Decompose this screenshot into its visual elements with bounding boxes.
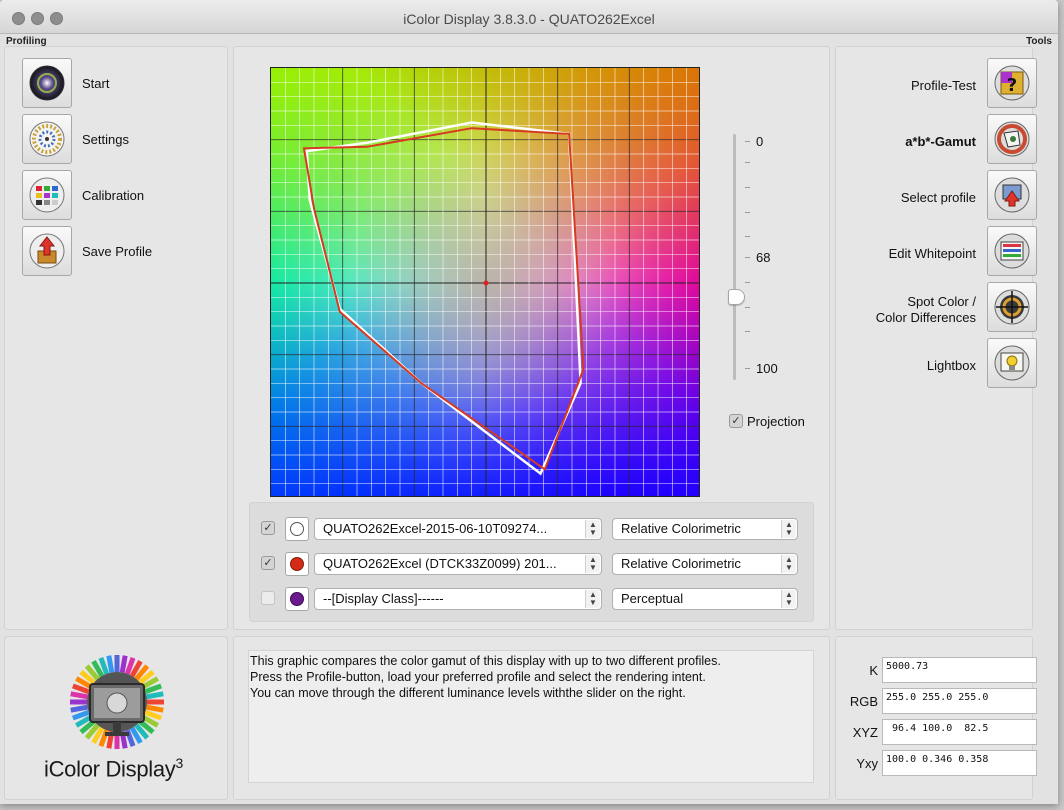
logo-ray bbox=[106, 655, 115, 673]
white-gamut-outline bbox=[305, 121, 582, 476]
logo-ray bbox=[146, 691, 164, 700]
spot-color-label: Spot Color / Color Differences bbox=[875, 294, 976, 325]
gamut-plot bbox=[271, 68, 699, 496]
spot-color-icon bbox=[994, 289, 1030, 325]
settings-button[interactable]: Settings bbox=[22, 114, 129, 164]
updown-arrow-icon: ▲ ▼ bbox=[781, 555, 796, 573]
gamut-icon bbox=[994, 121, 1030, 157]
rgb-label: RGB bbox=[849, 694, 878, 709]
profile-test-button[interactable]: ? bbox=[987, 58, 1037, 108]
calibration-label: Calibration bbox=[82, 187, 145, 203]
title-bar[interactable]: iColor Display 3.8.3.0 - QUATO262Excel bbox=[0, 0, 1058, 34]
xyz-value-field[interactable]: 96.4 100.0 82.5 bbox=[882, 719, 1037, 745]
save-profile-label: Save Profile bbox=[82, 243, 153, 259]
yxy-label: Yxy bbox=[856, 756, 878, 771]
rgb-value-field[interactable]: 255.0 255.0 255.0 bbox=[882, 688, 1037, 714]
k-label: K bbox=[869, 663, 878, 678]
gamut-chart[interactable] bbox=[270, 67, 700, 497]
profile-1-select[interactable]: QUATO262Excel-2015-06-10T09274... ▲ ▼ bbox=[314, 518, 602, 540]
profile-3-checkbox[interactable] bbox=[261, 591, 275, 605]
profile-test-label: Profile-Test bbox=[910, 78, 976, 93]
description-text: This graphic compares the color gamut of… bbox=[248, 650, 814, 783]
lightbox-icon bbox=[994, 345, 1030, 381]
profile-1-swatch[interactable] bbox=[285, 517, 309, 541]
updown-arrow-icon: ▲ ▼ bbox=[781, 590, 796, 608]
app-logo-text: iColor Display3 bbox=[44, 755, 184, 782]
gamut-center-point bbox=[483, 280, 489, 286]
select-profile-button[interactable] bbox=[987, 170, 1037, 220]
window-title: iColor Display 3.8.3.0 - QUATO262Excel bbox=[403, 11, 655, 27]
slider-label-top: 0 bbox=[756, 134, 764, 149]
edit-whitepoint-label: Edit Whitepoint bbox=[888, 246, 976, 261]
gamut-button[interactable] bbox=[987, 114, 1037, 164]
settings-label: Settings bbox=[82, 131, 129, 147]
yxy-value-field[interactable]: 100.0 0.346 0.358 bbox=[882, 750, 1037, 776]
calibration-icon bbox=[22, 170, 72, 220]
logo-ray bbox=[70, 704, 88, 713]
logo-ray bbox=[146, 704, 164, 713]
profile-2-swatch[interactable] bbox=[285, 552, 309, 576]
edit-whitepoint-icon bbox=[994, 233, 1030, 269]
logo-ray bbox=[119, 655, 128, 673]
red-gamut-outline bbox=[302, 127, 585, 471]
logo-ray bbox=[70, 691, 88, 700]
select-profile-icon bbox=[994, 177, 1030, 213]
spot-color-button[interactable] bbox=[987, 282, 1037, 332]
settings-icon bbox=[22, 114, 72, 164]
slider-label-mid: 68 bbox=[756, 250, 771, 265]
updown-arrow-icon: ▲ ▼ bbox=[585, 590, 600, 608]
lightbox-button[interactable] bbox=[987, 338, 1037, 388]
icolor-display-logo-icon bbox=[70, 655, 164, 749]
profile-2-select[interactable]: QUATO262Excel (DTCK33Z0099) 201... ▲ ▼ bbox=[314, 553, 602, 575]
luminance-slider-track[interactable] bbox=[733, 134, 736, 380]
gamut-label: a*b*-Gamut bbox=[905, 134, 976, 149]
updown-arrow-icon: ▲ ▼ bbox=[781, 520, 796, 538]
slider-label-bottom: 100 bbox=[756, 361, 778, 376]
updown-arrow-icon: ▲ ▼ bbox=[585, 520, 600, 538]
white-circle-icon bbox=[290, 522, 304, 536]
red-circle-icon bbox=[290, 557, 304, 571]
select-profile-label: Select profile bbox=[900, 190, 976, 205]
save-profile-button[interactable]: Save Profile bbox=[22, 226, 152, 276]
projection-label: Projection bbox=[747, 414, 805, 429]
lightbox-label: Lightbox bbox=[926, 358, 976, 373]
profile-3-swatch[interactable] bbox=[285, 587, 309, 611]
svg-text:?: ? bbox=[1007, 75, 1017, 96]
profile-3-select[interactable]: --[Display Class]------ ▲ ▼ bbox=[314, 588, 602, 610]
luminance-slider-thumb[interactable] bbox=[728, 289, 745, 305]
profile-3-intent-select[interactable]: Perceptual ▲ ▼ bbox=[612, 588, 798, 610]
save-profile-icon bbox=[22, 226, 72, 276]
start-label: Start bbox=[82, 75, 110, 91]
purple-circle-icon bbox=[290, 592, 304, 606]
start-icon bbox=[22, 58, 72, 108]
app-window: iColor Display 3.8.3.0 - QUATO262Excel P… bbox=[0, 0, 1058, 804]
profile-2-intent-select[interactable]: Relative Colorimetric ▲ ▼ bbox=[612, 553, 798, 575]
profile-test-icon: ? bbox=[994, 65, 1030, 101]
xyz-label: XYZ bbox=[852, 725, 878, 740]
updown-arrow-icon: ▲ ▼ bbox=[585, 555, 600, 573]
calibration-button[interactable]: Calibration bbox=[22, 170, 144, 220]
profile-1-checkbox[interactable]: ✓ bbox=[261, 521, 275, 535]
edit-whitepoint-button[interactable] bbox=[987, 226, 1037, 276]
profile-1-intent-select[interactable]: Relative Colorimetric ▲ ▼ bbox=[612, 518, 798, 540]
start-button[interactable]: Start bbox=[22, 58, 109, 108]
projection-checkbox[interactable]: ✓ bbox=[729, 414, 743, 428]
profile-2-checkbox[interactable]: ✓ bbox=[261, 556, 275, 570]
k-value-field[interactable]: 5000.73 bbox=[882, 657, 1037, 683]
